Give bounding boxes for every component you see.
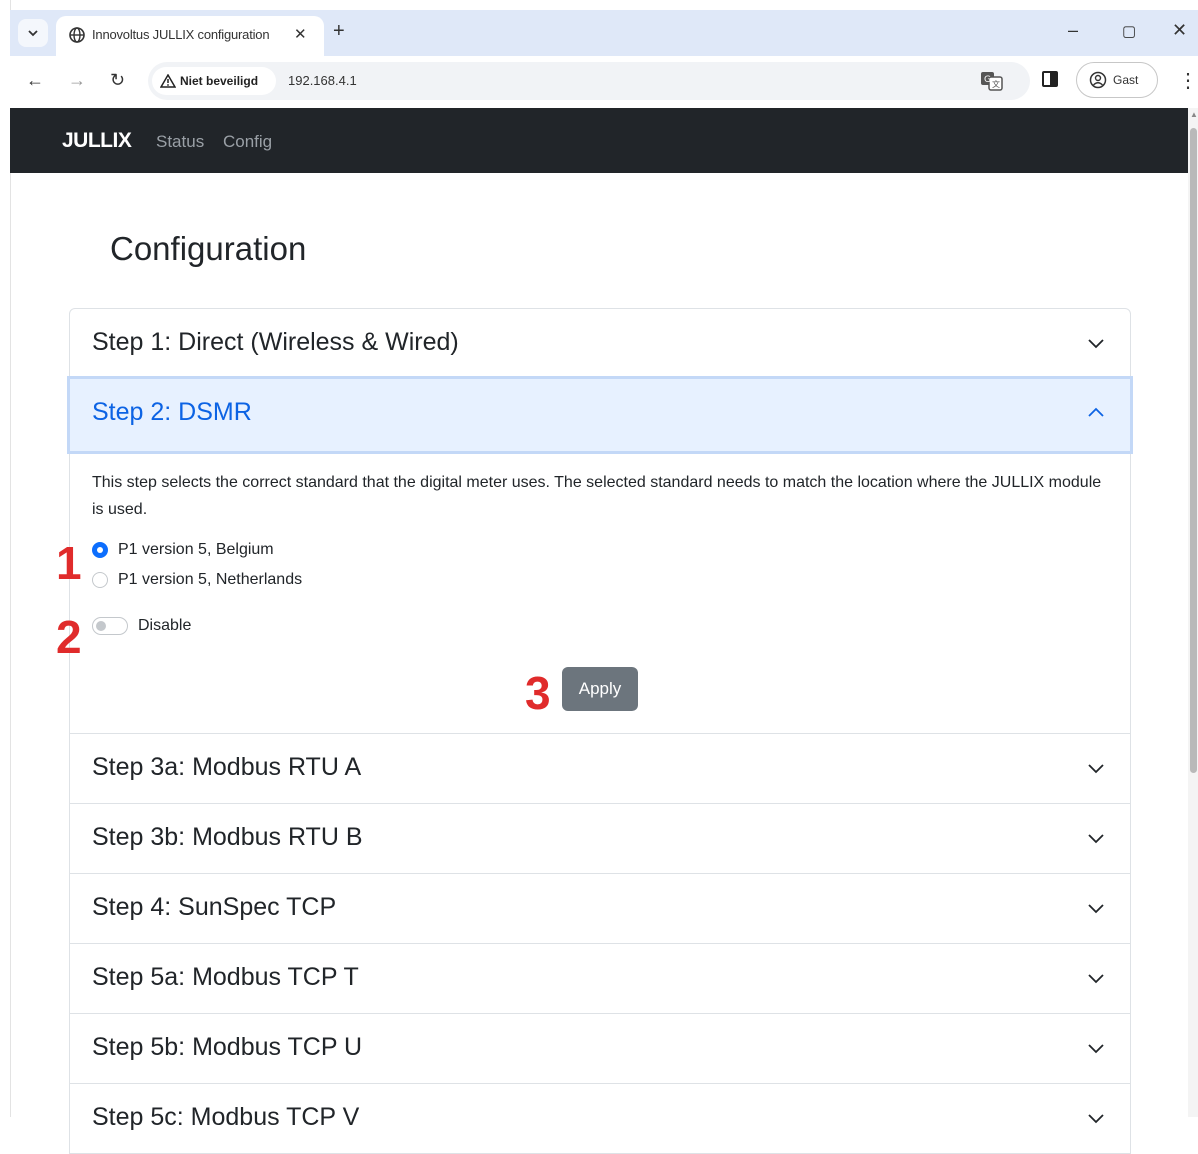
accordion-title: Step 5a: Modbus TCP T bbox=[92, 963, 359, 991]
back-icon[interactable]: ← bbox=[26, 70, 44, 91]
chevron-down-icon bbox=[1088, 764, 1104, 774]
accordion-header-step3b[interactable]: Step 3b: Modbus RTU B bbox=[70, 804, 1130, 873]
security-chip[interactable]: Niet beveiligd bbox=[152, 67, 276, 95]
accordion-header-step3a[interactable]: Step 3a: Modbus RTU A bbox=[70, 734, 1130, 803]
chevron-down-icon bbox=[1088, 974, 1104, 984]
accordion-header-step2[interactable]: Step 2: DSMR bbox=[70, 379, 1130, 451]
close-window-button[interactable]: ✕ bbox=[1172, 20, 1187, 41]
minimize-button[interactable]: – bbox=[1068, 20, 1078, 41]
tab-search-button[interactable] bbox=[18, 19, 48, 47]
warning-icon bbox=[160, 74, 176, 88]
chevron-down-icon bbox=[1088, 1114, 1104, 1124]
accordion-title: Step 3a: Modbus RTU A bbox=[92, 753, 362, 781]
accordion-title: Step 1: Direct (Wireless & Wired) bbox=[92, 328, 459, 356]
radio-checked-icon[interactable] bbox=[92, 542, 108, 558]
annotation-marker-1: 1 bbox=[56, 537, 82, 589]
accordion-item-step4: Step 4: SunSpec TCP bbox=[69, 874, 1131, 944]
scrollbar-thumb[interactable] bbox=[1190, 128, 1197, 773]
profile-button[interactable]: Gast bbox=[1076, 62, 1158, 98]
browser-tab-bar: Innovoltus JULLIX configuration ✕ + – ▢ … bbox=[10, 10, 1198, 56]
radio-option-belgium[interactable]: P1 version 5, Belgium bbox=[92, 541, 274, 559]
accordion-item-step1: Step 1: Direct (Wireless & Wired) bbox=[69, 308, 1131, 379]
tab-close-icon[interactable]: ✕ bbox=[294, 25, 307, 43]
chevron-up-icon bbox=[1088, 407, 1104, 417]
accordion-title: Step 3b: Modbus RTU B bbox=[92, 823, 363, 851]
accordion-item-step5c: Step 5c: Modbus TCP V bbox=[69, 1084, 1131, 1154]
accordion-header-step5a[interactable]: Step 5a: Modbus TCP T bbox=[70, 944, 1130, 1013]
tab-title: Innovoltus JULLIX configuration bbox=[92, 27, 270, 42]
new-tab-button[interactable]: + bbox=[333, 20, 345, 43]
svg-text:G: G bbox=[984, 75, 991, 85]
radio-option-netherlands[interactable]: P1 version 5, Netherlands bbox=[92, 571, 302, 589]
accordion-body-step2: This step selects the correct standard t… bbox=[70, 451, 1130, 733]
maximize-button[interactable]: ▢ bbox=[1122, 22, 1136, 40]
browser-toolbar: ← → ↻ Niet beveiligd 192.168.4.1 G 文 Gas… bbox=[10, 56, 1198, 108]
accordion-title: Step 5b: Modbus TCP U bbox=[92, 1033, 363, 1061]
radio-label: P1 version 5, Netherlands bbox=[118, 571, 303, 588]
forward-icon[interactable]: → bbox=[68, 70, 86, 91]
accordion-header-step5c[interactable]: Step 5c: Modbus TCP V bbox=[70, 1084, 1130, 1153]
config-accordion: Step 1: Direct (Wireless & Wired) Step 2… bbox=[69, 308, 1131, 1154]
browser-tab[interactable]: Innovoltus JULLIX configuration ✕ bbox=[56, 16, 324, 56]
security-label: Niet beveiligd bbox=[180, 74, 259, 88]
profile-icon bbox=[1089, 71, 1107, 89]
accordion-title: Step 5c: Modbus TCP V bbox=[92, 1103, 360, 1131]
reload-icon[interactable]: ↻ bbox=[110, 70, 125, 91]
scroll-up-icon[interactable]: ▲ bbox=[1190, 110, 1198, 119]
nav-link-status[interactable]: Status bbox=[156, 132, 204, 152]
address-bar[interactable]: Niet beveiligd 192.168.4.1 G 文 bbox=[148, 62, 1030, 100]
chevron-down-icon bbox=[1088, 1044, 1104, 1054]
disable-label: Disable bbox=[138, 617, 192, 634]
url-text: 192.168.4.1 bbox=[288, 73, 357, 88]
more-menu-icon[interactable]: ⋮ bbox=[1178, 68, 1198, 93]
annotation-marker-2: 2 bbox=[56, 611, 82, 663]
globe-icon bbox=[69, 27, 85, 43]
translate-icon[interactable]: G 文 bbox=[980, 70, 1004, 92]
chevron-down-icon bbox=[1088, 339, 1104, 349]
accordion-item-step5a: Step 5a: Modbus TCP T bbox=[69, 944, 1131, 1014]
accordion-header-step1[interactable]: Step 1: Direct (Wireless & Wired) bbox=[70, 309, 1130, 378]
radio-unchecked-icon[interactable] bbox=[92, 572, 108, 588]
accordion-item-step3a: Step 3a: Modbus RTU A bbox=[69, 734, 1131, 804]
apply-button[interactable]: Apply bbox=[562, 667, 638, 711]
accordion-item-step2: Step 2: DSMR This step selects the corre… bbox=[69, 379, 1131, 734]
chevron-down-icon bbox=[28, 30, 38, 37]
page-title: Configuration bbox=[110, 230, 307, 267]
nav-link-config[interactable]: Config bbox=[223, 132, 272, 152]
chevron-down-icon bbox=[1088, 904, 1104, 914]
accordion-item-step3b: Step 3b: Modbus RTU B bbox=[69, 804, 1131, 874]
accordion-header-step4[interactable]: Step 4: SunSpec TCP bbox=[70, 874, 1130, 943]
accordion-title: Step 4: SunSpec TCP bbox=[92, 893, 337, 921]
annotation-marker-3: 3 bbox=[525, 667, 551, 719]
accordion-item-step5b: Step 5b: Modbus TCP U bbox=[69, 1014, 1131, 1084]
disable-switch-row[interactable]: Disable bbox=[92, 617, 191, 635]
brand-logo[interactable]: JULLIX bbox=[62, 129, 132, 153]
disable-toggle[interactable] bbox=[92, 617, 128, 635]
side-panel-icon[interactable] bbox=[1042, 71, 1058, 87]
step-description: This step selects the correct standard t… bbox=[92, 474, 1102, 518]
app-navbar: JULLIX Status Config bbox=[10, 108, 1188, 173]
accordion-title: Step 2: DSMR bbox=[92, 398, 252, 426]
accordion-header-step5b[interactable]: Step 5b: Modbus TCP U bbox=[70, 1014, 1130, 1083]
svg-text:文: 文 bbox=[992, 79, 1000, 89]
radio-label: P1 version 5, Belgium bbox=[118, 541, 274, 558]
chevron-down-icon bbox=[1088, 834, 1104, 844]
profile-name: Gast bbox=[1113, 73, 1139, 87]
